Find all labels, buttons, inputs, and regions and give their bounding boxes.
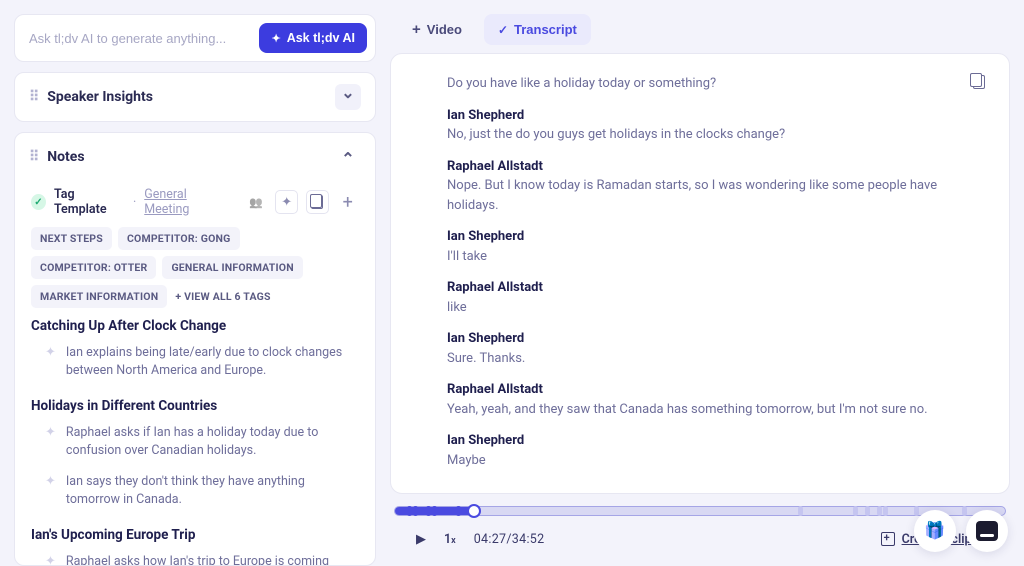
tag-chip[interactable]: NEXT STEPS (31, 227, 112, 250)
check-circle-icon (31, 194, 46, 210)
sparkle-icon (271, 31, 280, 45)
gift-button[interactable] (914, 510, 956, 552)
notes-header[interactable]: Notes (15, 133, 375, 181)
note-text: Raphael asks if Ian has a holiday today … (66, 424, 359, 460)
transcript-line[interactable]: Ian Shepherd I'll take (447, 227, 953, 266)
chevron-down-icon (341, 89, 354, 105)
speaker-name: Ian Shepherd (447, 431, 953, 451)
transcript-line[interactable]: Do you have like a holiday today or some… (447, 74, 953, 94)
clip-icon (881, 532, 895, 546)
note-section: Ian's Upcoming Europe Trip Raphael asks … (31, 527, 359, 565)
ask-ai-label: Ask tl;dv AI (287, 31, 355, 45)
tab-row: Video Transcript (390, 14, 1010, 53)
speaker-name: Raphael Allstadt (447, 380, 953, 400)
ai-search-input[interactable] (29, 31, 251, 46)
note-item[interactable]: Ian says they don't think they have anyt… (31, 469, 359, 517)
transcript-text: like (447, 300, 467, 315)
template-link[interactable]: General Meeting (144, 187, 229, 217)
add-note-button[interactable] (337, 190, 359, 214)
note-heading: Ian's Upcoming Europe Trip (31, 527, 359, 543)
transcript-text: Do you have like a holiday today or some… (447, 76, 716, 91)
speaker-name: Ian Shepherd (447, 329, 953, 349)
tag-chip[interactable]: COMPETITOR: GONG (118, 227, 240, 250)
floating-buttons (914, 510, 1008, 552)
chevron-up-icon (341, 149, 354, 165)
transcript-text: Yeah, yeah, and they saw that Canada has… (447, 402, 928, 417)
separator: · (133, 195, 136, 210)
transcript-line[interactable]: Raphael Allstadt Yeah, yeah, and they sa… (447, 380, 953, 419)
transcript-text: Nope. But I know today is Ramadan starts… (447, 178, 937, 213)
intercom-chat-button[interactable] (966, 510, 1008, 552)
tag-template-label: Tag Template (54, 187, 125, 217)
playback-speed[interactable]: 1x (444, 532, 456, 547)
check-icon (498, 22, 508, 37)
tag-chip[interactable]: MARKET INFORMATION (31, 285, 167, 308)
note-text: Ian explains being late/early due to clo… (66, 344, 359, 380)
playback-time: 04:27/34:52 (474, 532, 545, 547)
copy-notes-button[interactable] (306, 190, 329, 214)
transcript-text: Sure. Thanks. (447, 351, 525, 366)
view-all-tags-link[interactable]: + VIEW ALL 6 TAGS (173, 285, 279, 308)
transcript-text: I'll take (447, 249, 487, 264)
tab-video[interactable]: Video (398, 14, 476, 45)
transcript-text: No, just the do you guys get holidays in… (447, 127, 785, 142)
plus-icon (412, 21, 421, 38)
sparkle-icon (45, 473, 56, 509)
tag-template-row: Tag Template · General Meeting (31, 181, 359, 227)
ai-search-bar: Ask tl;dv AI (14, 14, 376, 62)
tab-transcript[interactable]: Transcript (484, 14, 591, 45)
transcript-card: Do you have like a holiday today or some… (390, 53, 1010, 494)
note-item[interactable]: Raphael asks if Ian has a holiday today … (31, 420, 359, 468)
speed-x: x (451, 536, 456, 546)
tag-chip-row: NEXT STEPS COMPETITOR: GONG COMPETITOR: … (31, 227, 359, 308)
magic-wand-button[interactable] (275, 190, 298, 214)
speaker-name: Ian Shepherd (447, 106, 953, 126)
transcript-line[interactable]: Ian Shepherd Sure. Thanks. (447, 329, 953, 368)
notes-panel: Notes Tag Template · General Meeting (14, 132, 376, 566)
note-heading: Catching Up After Clock Change (31, 318, 359, 334)
note-section: Holidays in Different Countries Raphael … (31, 398, 359, 517)
transcript-line[interactable]: Ian Shepherd Maybe (447, 431, 953, 470)
note-item[interactable]: Raphael asks how Ian's trip to Europe is… (31, 549, 359, 565)
grip-icon (29, 149, 37, 165)
note-section: Catching Up After Clock Change Ian expla… (31, 318, 359, 388)
expand-speaker-insights-button[interactable] (335, 84, 361, 110)
people-icon[interactable] (245, 190, 267, 214)
sparkle-icon (45, 424, 56, 460)
sparkle-icon (45, 344, 56, 380)
speaker-name: Raphael Allstadt (447, 278, 953, 298)
tab-label: Video (427, 22, 462, 37)
chat-icon (976, 521, 998, 541)
copy-transcript-button[interactable] (967, 70, 991, 94)
note-text: Ian says they don't think they have anyt… (66, 473, 359, 509)
sparkle-icon (45, 553, 56, 565)
ask-ai-button[interactable]: Ask tl;dv AI (259, 23, 367, 53)
speaker-insights-header[interactable]: Speaker Insights (15, 73, 375, 121)
tab-label: Transcript (514, 22, 577, 37)
tag-chip[interactable]: GENERAL INFORMATION (162, 256, 302, 279)
transcript-text: Maybe (447, 453, 486, 468)
gift-icon (924, 521, 945, 541)
speaker-name: Ian Shepherd (447, 227, 953, 247)
transcript-line[interactable]: Raphael Allstadt Nope. But I know today … (447, 157, 953, 216)
note-item[interactable]: Ian explains being late/early due to clo… (31, 340, 359, 388)
grip-icon (29, 89, 37, 105)
transcript-line[interactable]: Raphael Allstadt like (447, 278, 953, 317)
note-text: Raphael asks how Ian's trip to Europe is… (66, 553, 359, 565)
speaker-insights-panel: Speaker Insights (14, 72, 376, 122)
notes-title: Notes (47, 149, 84, 165)
speaker-insights-title: Speaker Insights (47, 89, 153, 105)
transcript-line[interactable]: Ian Shepherd No, just the do you guys ge… (447, 106, 953, 145)
tag-chip[interactable]: COMPETITOR: OTTER (31, 256, 156, 279)
play-button[interactable] (416, 532, 426, 547)
note-heading: Holidays in Different Countries (31, 398, 359, 414)
collapse-notes-button[interactable] (335, 144, 361, 170)
speaker-name: Raphael Allstadt (447, 157, 953, 177)
